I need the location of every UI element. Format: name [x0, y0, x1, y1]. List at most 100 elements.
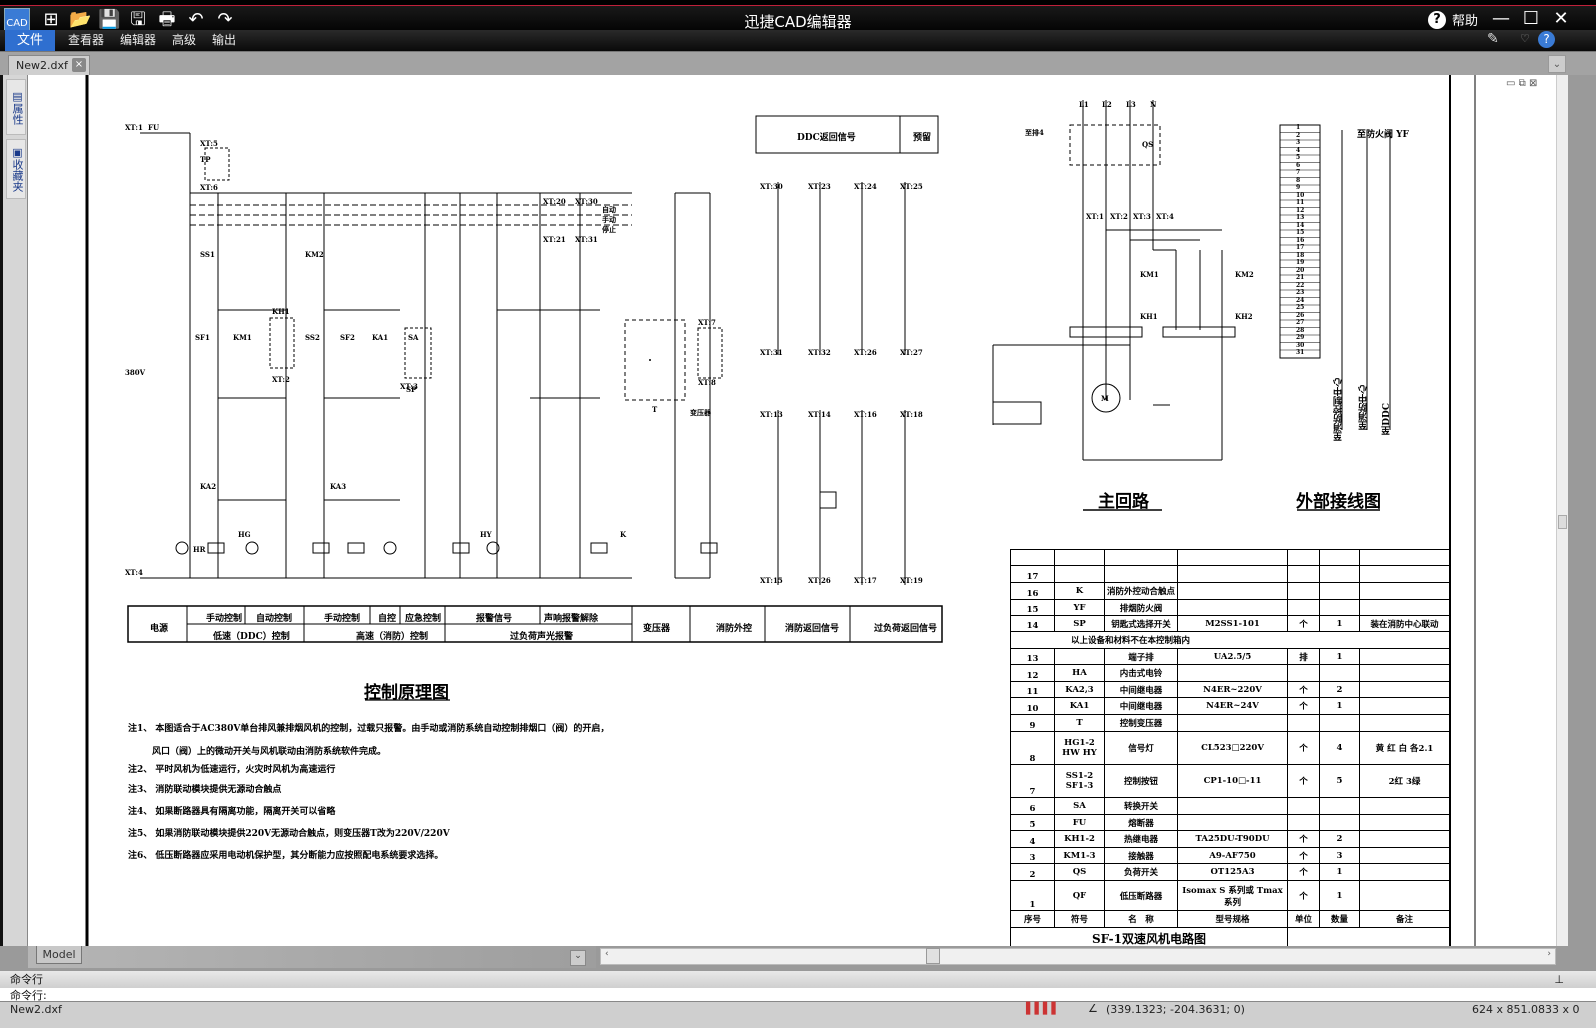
- schematic-label: KH1: [272, 307, 290, 316]
- bom-cell: [1320, 665, 1360, 682]
- bom-cell: [1360, 682, 1450, 698]
- schematic-label: SS2: [305, 333, 320, 342]
- vertical-scrollbar[interactable]: [1556, 75, 1568, 946]
- horizontal-scrollbar[interactable]: ‹ ›: [600, 948, 1556, 965]
- bom-cell: QS: [1055, 864, 1105, 881]
- bom-cell: M2SS1-101: [1178, 616, 1288, 632]
- bom-cell: 个: [1288, 682, 1320, 698]
- ddc-terminal-label: XT:18: [900, 410, 923, 419]
- bom-cell: 低压断路器: [1105, 881, 1178, 911]
- bom-cell: HG1-2 HW HY: [1055, 732, 1105, 765]
- ddc-terminal-label: XT:32: [808, 348, 831, 357]
- menu-advanced[interactable]: 高级: [168, 30, 200, 51]
- schematic-label: XT:5: [200, 139, 218, 148]
- to-fire-valve-label: 至防火阀 YF: [1357, 130, 1409, 140]
- bom-cell: FU: [1055, 815, 1105, 831]
- schematic-label: XT:20: [543, 197, 566, 206]
- bom-cell: 9: [1010, 715, 1055, 732]
- main-circuit-label: XT:1: [1086, 212, 1104, 221]
- bom-cell: [1360, 798, 1450, 815]
- bom-cell: 熔断器: [1105, 815, 1178, 831]
- horizontal-scroll-thumb[interactable]: [926, 948, 940, 964]
- tab-list-dropdown[interactable]: ⌄: [1548, 55, 1566, 73]
- schematic-label: SF1: [195, 333, 210, 342]
- side-panel: ▤属性 ▣收藏夹: [0, 75, 28, 946]
- menu-file[interactable]: 文件: [5, 30, 55, 51]
- bom-cell: [1360, 566, 1450, 583]
- bom-cell: N4ER~24V: [1178, 698, 1288, 715]
- layout-dropdown[interactable]: ⌄: [570, 950, 586, 966]
- edit-note-icon[interactable]: ✎: [1487, 31, 1499, 47]
- note-line: 注1、 本图适合于AC380V单台排风兼排烟风机的控制，过载只报警。由手动或消防…: [128, 724, 610, 734]
- cursor-coordinates: (339.1323; -204.3631; 0): [1106, 1003, 1245, 1016]
- ddc-terminal-label: XT:17: [854, 576, 877, 585]
- command-prompt: 命令行:: [10, 989, 47, 1001]
- schematic-label: XT:4: [125, 568, 143, 577]
- command-panel-header: 命令行 ⊥: [0, 970, 1596, 988]
- schematic-label: TP: [200, 155, 211, 164]
- main-circuit-label: XT:4: [1156, 212, 1174, 221]
- bom-cell: KH1-2: [1055, 831, 1105, 848]
- main-circuit-label: 至排4: [1025, 128, 1044, 137]
- note-line: 注6、 低压断路器应采用电动机保护型，其分断能力应按照配电系统要求选择。: [128, 851, 444, 861]
- close-button[interactable]: ✕: [1550, 8, 1572, 29]
- tab-model[interactable]: Model: [36, 946, 82, 964]
- schematic-label: XT:8: [698, 378, 716, 387]
- bom-cell: 3: [1320, 848, 1360, 864]
- bom-title-blank: [1288, 928, 1450, 946]
- about-icon[interactable]: ?: [1538, 31, 1555, 48]
- bom-cell: KM1-3: [1055, 848, 1105, 864]
- terminal-number: 31: [1296, 349, 1305, 356]
- menu-bar: 文件 查看器 编辑器 高级 输出 ✎ ♡ ?: [0, 30, 1596, 51]
- symbol-circle: [175, 541, 189, 555]
- main-circuit-label: L3: [1126, 100, 1136, 109]
- bom-cell: [1360, 550, 1450, 566]
- bom-header-cell: 数量: [1320, 911, 1360, 928]
- close-tab-icon[interactable]: ×: [72, 58, 86, 72]
- sidebar-favorites[interactable]: ▣收藏夹: [6, 139, 26, 199]
- terminal-number: 14: [1296, 221, 1305, 229]
- command-input[interactable]: 命令行:: [0, 988, 1596, 1001]
- menu-editor[interactable]: 编辑器: [116, 30, 160, 51]
- ribbon-collapse-icon[interactable]: ♡: [1520, 32, 1530, 45]
- menu-viewer[interactable]: 查看器: [64, 30, 108, 51]
- bom-cell: [1320, 566, 1360, 583]
- bom-cell: 1: [1010, 881, 1055, 911]
- bom-cell: 钥匙式选择开关: [1105, 616, 1178, 632]
- schematic-label: 变压器: [690, 408, 711, 417]
- viewport-window-controls[interactable]: ▭ ⧉ ⊠: [1506, 78, 1537, 89]
- bom-top-border: [1010, 549, 1450, 550]
- schematic-label: XT:3: [400, 382, 418, 391]
- terminal-number: 30: [1296, 341, 1305, 349]
- terminal-number: 27: [1296, 319, 1305, 326]
- symbol-box: [819, 491, 837, 509]
- minimize-button[interactable]: —: [1490, 8, 1512, 29]
- favorites-icon: ▣: [11, 146, 24, 159]
- bom-cell: 1: [1320, 698, 1360, 715]
- bom-cell: 1: [1320, 864, 1360, 881]
- bom-cell: [1178, 600, 1288, 616]
- schematic-label: 380V: [125, 368, 146, 377]
- fn-high-manual: 手动控制: [324, 614, 361, 624]
- menu-output[interactable]: 输出: [208, 30, 240, 51]
- maximize-button[interactable]: ☐: [1520, 8, 1542, 29]
- schematic-label: T: [652, 405, 658, 414]
- bom-cell: [1320, 600, 1360, 616]
- bom-cell: 控制变压器: [1105, 715, 1178, 732]
- status-toggle-icons[interactable]: ▌▌▌▌: [1026, 1003, 1060, 1015]
- fn-alarm-reset: 声响报警解除: [544, 614, 599, 624]
- fn-alarm-signal: 报警信号: [476, 614, 513, 624]
- vertical-scroll-thumb[interactable]: [1558, 515, 1567, 529]
- drawing-canvas[interactable]: 控制原理图 主回路 外部接线图 DDC返回信号 预留 电源 手动控制 自动控制 低速（DDC）控…: [28, 75, 1556, 946]
- note-line: 注2、 平时风机为低速运行，火灾时风机为高速运行: [128, 765, 336, 775]
- tab-new2-dxf[interactable]: New2.dxf ×: [8, 55, 90, 75]
- bom-cell: 2: [1320, 831, 1360, 848]
- bom-cell: 1: [1320, 881, 1360, 911]
- terminal-number: 8: [1296, 176, 1301, 184]
- terminal-number: 26: [1296, 311, 1305, 319]
- bom-cell: [1360, 715, 1450, 732]
- sidebar-properties[interactable]: ▤属性: [6, 79, 26, 135]
- help-button[interactable]: ? 帮助: [1428, 10, 1478, 29]
- bom-cell: 转换开关: [1105, 798, 1178, 815]
- pin-icon[interactable]: ⊥: [1554, 971, 1564, 989]
